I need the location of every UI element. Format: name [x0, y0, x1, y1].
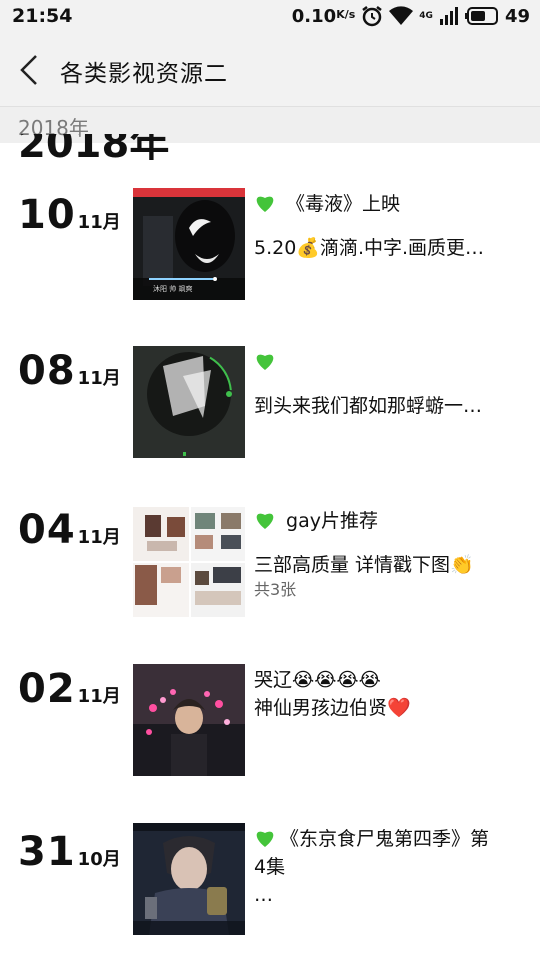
battery-level: 49 [504, 5, 530, 27]
year-heading: 2018年 [18, 134, 170, 160]
timeline-post[interactable]: 08 11月 到头来我们都如那蜉蝣一… [0, 346, 540, 466]
post-month: 10月 [77, 849, 121, 870]
post-text: 《毒液》上映 5.20💰滴滴.中字.画质更… [254, 190, 524, 262]
post-date: 10 11月 [18, 192, 121, 238]
post-month: 11月 [77, 686, 121, 707]
network-speed: 0.10K/s [291, 5, 356, 27]
post-title: 《毒液》上映 [286, 193, 401, 215]
post-day: 04 [18, 507, 76, 553]
post-date: 04 11月 [18, 507, 121, 553]
post-body: … [254, 884, 273, 906]
post-day: 10 [18, 192, 76, 238]
chevron-left-icon [20, 55, 37, 85]
timeline-post[interactable]: 04 11月 gay片推荐 三部高质量 详情戳下图👏 共3张 [0, 505, 540, 625]
post-month: 11月 [77, 368, 121, 389]
green-heart-icon [256, 354, 274, 370]
post-date: 31 10月 [18, 829, 121, 875]
post-body: 三部高质量 详情戳下图👏 [254, 554, 474, 576]
post-body: 5.20💰滴滴.中字.画质更… [254, 237, 485, 259]
battery-icon [464, 7, 498, 25]
timeline-post[interactable]: 10 11月 沐阳 帅 飒爽 《毒液》上映 5.20💰滴滴.中字.画质更… [0, 188, 540, 308]
post-text: 哭辽😭😭😭😭 神仙男孩边伯贤❤️ [254, 666, 524, 722]
image-count: 共3张 [254, 580, 297, 599]
green-heart-icon [256, 513, 274, 529]
wifi-icon [389, 6, 414, 26]
post-body: 神仙男孩边伯贤❤️ [254, 697, 411, 719]
timeline-post[interactable]: 02 11月 哭辽😭😭😭😭 神仙男孩边伯贤❤️ [0, 664, 540, 784]
post-thumbnail[interactable]: 沐阳 帅 飒爽 [133, 188, 245, 300]
post-title-continued: 4集 [254, 856, 286, 878]
signal-icon [439, 7, 458, 25]
post-day: 02 [18, 666, 76, 712]
post-thumbnail[interactable] [133, 823, 245, 935]
green-heart-icon [256, 831, 274, 847]
app-bar: 各类影视资源二 [0, 34, 540, 107]
alarm-icon [362, 6, 383, 27]
post-title: gay片推荐 [286, 510, 378, 532]
network-type: 4G [419, 11, 433, 21]
post-day: 08 [18, 348, 76, 394]
post-day: 31 [18, 829, 76, 875]
post-title: 哭辽😭😭😭😭 [254, 669, 381, 691]
post-text: 到头来我们都如那蜉蝣一… [254, 348, 524, 420]
post-thumbnail[interactable] [133, 505, 245, 617]
post-text: 《东京食尸鬼第四季》第 4集 … [254, 825, 524, 909]
back-button[interactable] [14, 52, 44, 88]
post-thumbnail[interactable] [133, 346, 245, 458]
page-title: 各类影视资源二 [60, 61, 228, 87]
thumbnail-caption: 沐阳 帅 飒爽 [153, 285, 193, 293]
post-month: 11月 [77, 212, 121, 233]
post-thumbnail[interactable] [133, 664, 245, 776]
timeline-post[interactable]: 31 10月 《东京食尸鬼第四季》第 4集 … [0, 823, 540, 943]
post-date: 02 11月 [18, 666, 121, 712]
status-time: 21:54 [12, 5, 73, 27]
post-body: 到头来我们都如那蜉蝣一… [254, 395, 483, 417]
green-heart-icon [256, 196, 274, 212]
post-month: 11月 [77, 527, 121, 548]
status-bar: 21:54 0.10K/s 4G 49 [0, 0, 540, 34]
status-icons: 0.10K/s 4G 49 [292, 5, 530, 27]
post-title: 《东京食尸鬼第四季》第 [280, 828, 490, 850]
post-text: gay片推荐 三部高质量 详情戳下图👏 共3张 [254, 507, 524, 601]
post-date: 08 11月 [18, 348, 121, 394]
